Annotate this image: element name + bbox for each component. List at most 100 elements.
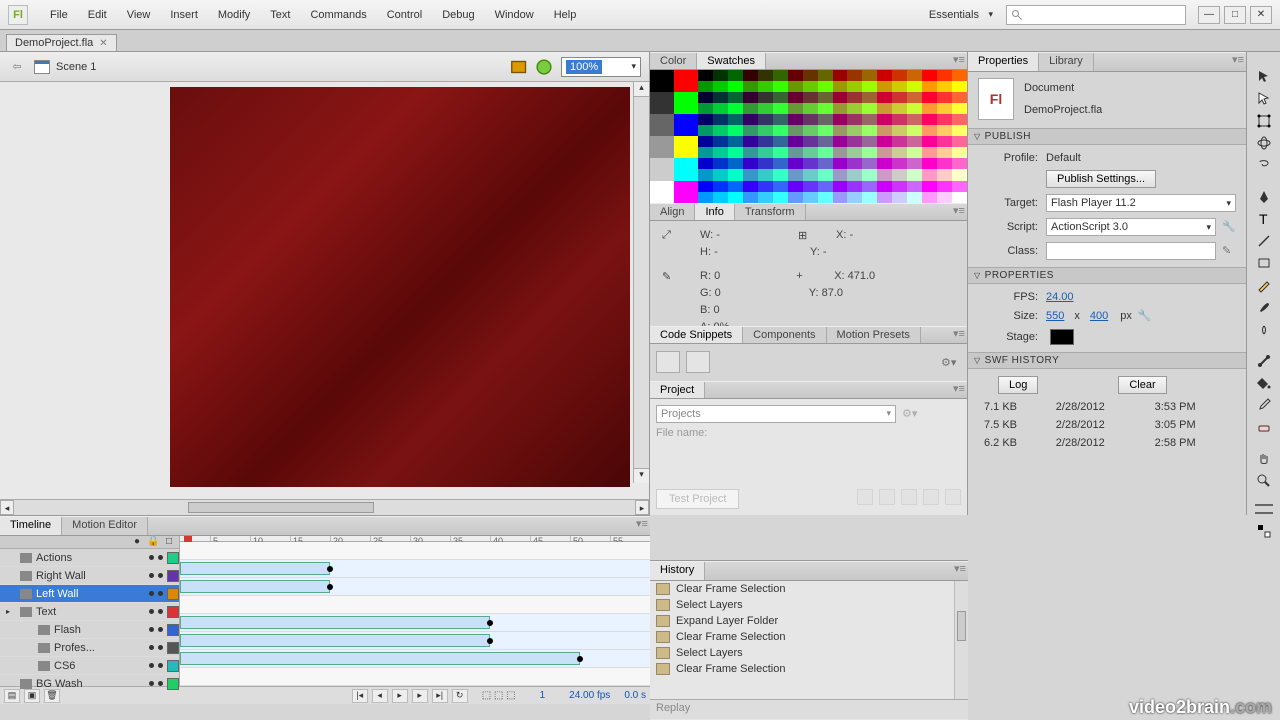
hand-tool-icon[interactable] [1253, 450, 1275, 468]
menu-help[interactable]: Help [544, 5, 587, 25]
history-item[interactable]: Clear Frame Selection [650, 629, 968, 645]
new-folder-icon[interactable] [879, 489, 895, 505]
menu-view[interactable]: View [117, 5, 161, 25]
publish-section-header[interactable]: PUBLISH [968, 128, 1246, 145]
menu-modify[interactable]: Modify [208, 5, 260, 25]
loop-button[interactable]: ↻ [452, 689, 468, 703]
gear-icon[interactable]: ⚙▾ [941, 356, 961, 369]
deco-tool-icon[interactable] [1253, 320, 1275, 338]
zoom-tool-icon[interactable] [1253, 472, 1275, 490]
first-frame-button[interactable]: |◂ [352, 689, 368, 703]
horizontal-scrollbar[interactable]: ◂▸ [0, 499, 649, 515]
scene-name[interactable]: Scene 1 [56, 61, 96, 73]
replay-button[interactable]: Replay [656, 702, 690, 714]
brush-tool-icon[interactable] [1253, 298, 1275, 316]
lasso-tool-icon[interactable] [1253, 156, 1275, 174]
zoom-dropdown[interactable]: 100% [561, 57, 641, 77]
line-tool-icon[interactable] [1253, 232, 1275, 250]
fps-display[interactable]: 24.00 fps [569, 690, 610, 701]
new-file-icon[interactable] [857, 489, 873, 505]
rectangle-tool-icon[interactable] [1253, 254, 1275, 272]
menu-window[interactable]: Window [485, 5, 544, 25]
vertical-scrollbar[interactable] [633, 82, 649, 483]
tab-project[interactable]: Project [650, 382, 705, 398]
test-project-button[interactable]: Test Project [656, 489, 739, 509]
publish-settings-button[interactable]: Publish Settings... [1046, 170, 1156, 188]
panel-menu-icon[interactable]: ▾≡ [634, 517, 650, 535]
workspace-switcher[interactable]: Essentials [918, 5, 998, 25]
fill-color-swatch[interactable] [1255, 512, 1273, 514]
layer-row[interactable]: Profes... [0, 639, 179, 657]
tab-properties[interactable]: Properties [968, 53, 1039, 71]
stage-height[interactable]: 400 [1090, 310, 1108, 322]
pen-tool-icon[interactable] [1253, 188, 1275, 206]
target-dropdown[interactable]: Flash Player 11.2 [1046, 194, 1236, 212]
edit-scene-icon[interactable] [509, 56, 531, 78]
menu-insert[interactable]: Insert [160, 5, 208, 25]
swap-colors-icon[interactable] [1253, 522, 1275, 540]
swatches-panel[interactable] [650, 70, 967, 202]
onion-skin-icons[interactable]: ⬚ ⬚ ⬚ [482, 690, 516, 701]
history-item[interactable]: Clear Frame Selection [650, 661, 968, 677]
text-tool-icon[interactable]: T [1253, 210, 1275, 228]
next-frame-button[interactable]: ▸ [412, 689, 428, 703]
pencil-tool-icon[interactable] [1253, 276, 1275, 294]
panel-menu-icon[interactable]: ▾≡ [1230, 53, 1246, 71]
tab-motion-presets[interactable]: Motion Presets [827, 327, 921, 343]
trash-icon[interactable] [945, 489, 961, 505]
tab-color[interactable]: Color [650, 53, 697, 69]
prev-frame-button[interactable]: ◂ [372, 689, 388, 703]
layer-row[interactable]: Actions [0, 549, 179, 567]
back-icon[interactable]: ⇦ [8, 58, 26, 76]
swf-history-section-header[interactable]: SWF HISTORY [968, 352, 1246, 369]
tab-timeline[interactable]: Timeline [0, 517, 62, 535]
history-item[interactable]: Clear Frame Selection [650, 581, 968, 597]
menu-commands[interactable]: Commands [300, 5, 376, 25]
visibility-column-icon[interactable]: ● [131, 536, 143, 548]
copy-clipboard-button[interactable] [686, 351, 710, 373]
frames-area[interactable]: 510152025303540455055 [180, 536, 650, 686]
locate-icon[interactable] [923, 489, 939, 505]
tab-library[interactable]: Library [1039, 53, 1094, 71]
layer-row[interactable]: Right Wall [0, 567, 179, 585]
wrench-icon[interactable]: 🔧 [1138, 309, 1152, 323]
clear-button[interactable]: Clear [1118, 376, 1166, 394]
new-layer-button[interactable]: ▤ [4, 689, 20, 703]
eyedropper-tool-icon[interactable] [1253, 396, 1275, 414]
menu-file[interactable]: File [40, 5, 78, 25]
tab-swatches[interactable]: Swatches [697, 53, 766, 69]
history-item[interactable]: Select Layers [650, 597, 968, 613]
script-dropdown[interactable]: ActionScript 3.0 [1046, 218, 1216, 236]
layer-row[interactable]: Flash [0, 621, 179, 639]
stage-canvas[interactable] [170, 87, 630, 487]
tab-motion-editor[interactable]: Motion Editor [62, 517, 148, 535]
stage-color-swatch[interactable] [1050, 329, 1074, 345]
tab-transform[interactable]: Transform [735, 204, 806, 220]
panel-menu-icon[interactable]: ▾≡ [952, 562, 968, 580]
menu-debug[interactable]: Debug [432, 5, 484, 25]
window-maximize-button[interactable]: □ [1224, 6, 1246, 24]
edit-symbol-icon[interactable] [533, 56, 555, 78]
log-button[interactable]: Log [998, 376, 1038, 394]
history-item[interactable]: Select Layers [650, 645, 968, 661]
layer-row[interactable]: Left Wall [0, 585, 179, 603]
tab-components[interactable]: Components [743, 327, 826, 343]
window-close-button[interactable]: ✕ [1250, 6, 1272, 24]
lock-column-icon[interactable]: 🔒 [147, 536, 159, 548]
3d-rotation-tool-icon[interactable] [1253, 134, 1275, 152]
tab-align[interactable]: Align [650, 204, 695, 220]
add-to-frame-button[interactable] [656, 351, 680, 373]
history-item[interactable]: Expand Layer Folder [650, 613, 968, 629]
delete-layer-button[interactable]: 🗑 [44, 689, 60, 703]
tab-info[interactable]: Info [695, 204, 734, 220]
free-transform-tool-icon[interactable] [1253, 112, 1275, 130]
wrench-icon[interactable]: 🔧 [1222, 220, 1236, 234]
pin-icon[interactable] [901, 489, 917, 505]
panel-menu-icon[interactable]: ▾≡ [951, 327, 967, 343]
eraser-tool-icon[interactable] [1253, 418, 1275, 436]
outline-column-icon[interactable]: □ [163, 536, 175, 548]
properties-section-header[interactable]: PROPERTIES [968, 267, 1246, 284]
tab-history[interactable]: History [650, 562, 705, 580]
layer-row[interactable]: CS6 [0, 657, 179, 675]
tab-code-snippets[interactable]: Code Snippets [650, 327, 743, 343]
